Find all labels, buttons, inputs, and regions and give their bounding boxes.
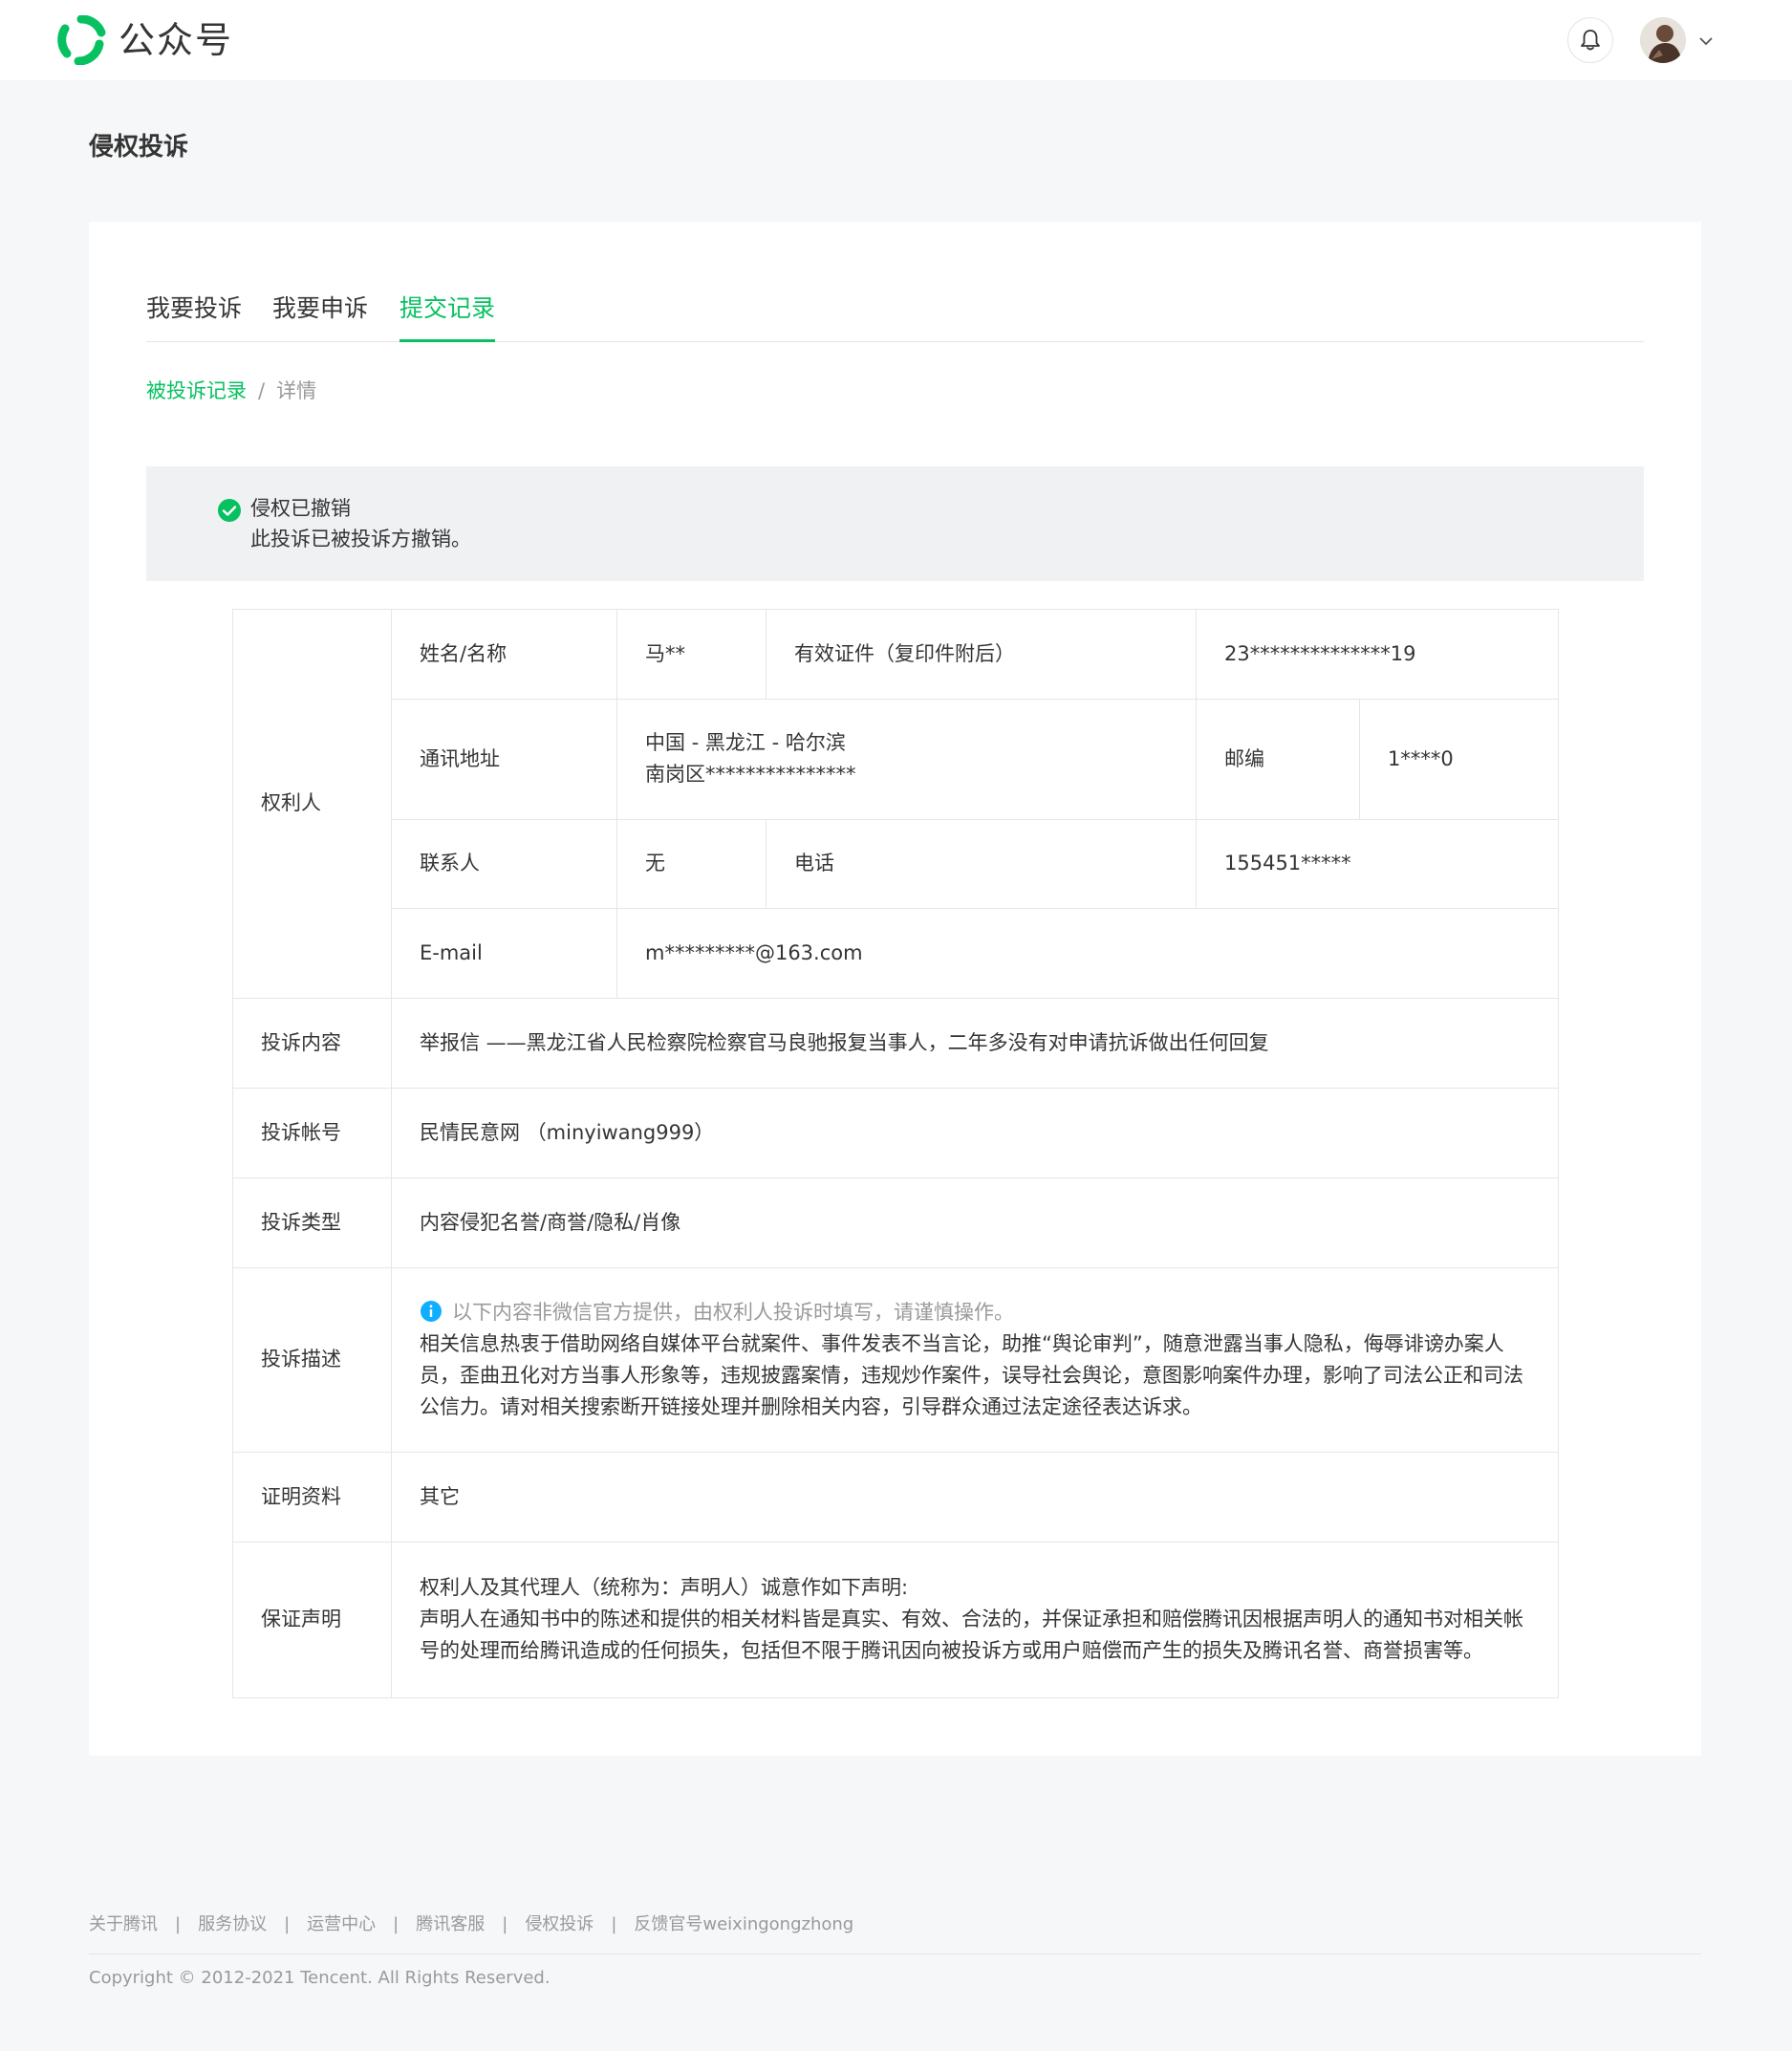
proof-value: 其它 <box>420 1484 460 1508</box>
guarantee-value: 权利人及其代理人（统称为：声明人）诚意作如下声明: 声明人在通知书中的陈述和提供… <box>391 1542 1559 1697</box>
footer-link-operations-center[interactable]: 运营中心 <box>307 1914 376 1934</box>
zip-label: 邮编 <box>1224 746 1264 770</box>
status-notice: 侵权已撤销 此投诉已被投诉方撤销。 <box>146 466 1644 581</box>
phone-label: 电话 <box>794 852 834 874</box>
copyright: Copyright © 2012-2021 Tencent. All Right… <box>89 1968 551 1988</box>
footer-link-feedback[interactable]: 反馈官号weixingongzhong <box>634 1914 853 1934</box>
tab-records[interactable]: 提交记录 <box>399 289 496 342</box>
footer-link-about[interactable]: 关于腾讯 <box>89 1914 158 1934</box>
phone-value: 155451***** <box>1224 852 1351 874</box>
footer-links: 关于腾讯 | 服务协议 | 运营中心 | 腾讯客服 | 侵权投诉 | 反馈官号weixingongz… <box>89 1911 853 1938</box>
address-label: 通讯地址 <box>420 746 500 770</box>
guarantee-label: 保证声明 <box>261 1608 341 1630</box>
user-avatar[interactable] <box>1640 17 1686 63</box>
address-line-1: 中国 - 黑龙江 - 哈尔滨 <box>645 731 846 754</box>
tab-appeal[interactable]: 我要申诉 <box>272 289 368 342</box>
description-label: 投诉描述 <box>261 1348 341 1371</box>
name-label: 姓名/名称 <box>420 641 507 665</box>
contact-label: 联系人 <box>420 852 480 874</box>
owner-label: 权利人 <box>261 791 321 814</box>
guarantee-line-1: 权利人及其代理人（统称为：声明人）诚意作如下声明: <box>420 1576 909 1599</box>
address-value: 中国 - 黑龙江 - 哈尔滨 南岗区*************** <box>616 699 1196 819</box>
info-icon <box>421 1300 442 1322</box>
footer-link-service-agreement[interactable]: 服务协议 <box>198 1914 267 1934</box>
notification-button[interactable] <box>1567 17 1613 63</box>
zip-value: 1****0 <box>1388 746 1454 770</box>
breadcrumb: 被投诉记录 / 详情 <box>146 377 316 405</box>
contact-value: 无 <box>645 852 665 874</box>
footer-separator: | <box>611 1914 617 1934</box>
tab-bar: 我要投诉 我要申诉 提交记录 <box>146 289 1644 342</box>
notice-description: 此投诉已被投诉方撤销。 <box>250 528 471 551</box>
address-line-2: 南岗区*************** <box>645 763 856 786</box>
complaint-detail-table: 权利人 姓名/名称 马** 有效证件（复印件附后） 23************… <box>232 609 1559 1698</box>
email-label: E-mail <box>420 940 483 964</box>
content-card: 我要投诉 我要申诉 提交记录 被投诉记录 / 详情 侵权已撤销 此投诉已被投诉方撤销… <box>89 222 1701 1756</box>
footer-separator: | <box>284 1914 291 1934</box>
account-value: 民情民意网 （minyiwang999） <box>420 1120 715 1144</box>
description-hint-text: 以下内容非微信官方提供，由权利人投诉时填写，请谨慎操作。 <box>452 1300 1014 1324</box>
footer-separator: | <box>175 1914 182 1934</box>
id-label: 有效证件（复印件附后） <box>794 641 1015 665</box>
type-value: 内容侵犯名誉/商誉/隐私/肖像 <box>420 1210 681 1234</box>
tab-complain[interactable]: 我要投诉 <box>146 289 242 342</box>
wechat-logo-icon[interactable] <box>55 15 107 65</box>
footer-link-infringement[interactable]: 侵权投诉 <box>525 1914 594 1934</box>
breadcrumb-parent-link[interactable]: 被投诉记录 <box>146 379 247 402</box>
description-line-1: 相关信息热衷于借助网络自媒体平台就案件、事件发表不当言论，助推“舆论审判”，随意… <box>420 1331 1504 1355</box>
account-label: 投诉帐号 <box>261 1120 341 1144</box>
brand-title[interactable]: 公众号 <box>119 15 233 65</box>
content-value: 举报信 ——黑龙江省人民检察院检察官马良驰报复当事人，二年多没有对申请抗诉做出任… <box>420 1030 1269 1054</box>
check-circle-icon <box>218 499 241 522</box>
type-label: 投诉类型 <box>261 1210 341 1234</box>
page-title: 侵权投诉 <box>89 133 189 162</box>
bell-icon <box>1581 30 1600 51</box>
description-hint: 以下内容非微信官方提供，由权利人投诉时填写，请谨慎操作。 <box>420 1297 1523 1328</box>
breadcrumb-separator: / <box>258 379 266 402</box>
chevron-down-icon[interactable] <box>1695 31 1716 52</box>
notice-title: 侵权已撤销 <box>250 497 351 520</box>
footer-separator: | <box>502 1914 508 1934</box>
breadcrumb-current: 详情 <box>276 379 317 402</box>
guarantee-line-2: 声明人在通知书中的陈述和提供的相关材料皆是真实、有效、合法的，并保证承担和赔偿腾… <box>420 1608 1523 1630</box>
description-line-2: 员，歪曲丑化对方当事人形象等，违规披露案情，违规炒作案件，误导社会舆论，意图影响… <box>420 1363 1523 1387</box>
content-label: 投诉内容 <box>261 1030 341 1054</box>
description-value: 以下内容非微信官方提供，由权利人投诉时填写，请谨慎操作。 相关信息热衷于借助网络… <box>391 1267 1559 1452</box>
name-value: 马** <box>645 641 685 665</box>
top-navbar: 公众号 <box>0 0 1792 80</box>
avatar-image <box>1640 17 1686 63</box>
guarantee-line-3: 号的处理而给腾讯造成的任何损失，包括但不限于腾讯因向被投诉方或用户赔偿而产生的损… <box>420 1639 1483 1662</box>
id-value: 23**************19 <box>1224 641 1416 665</box>
footer-link-customer-service[interactable]: 腾讯客服 <box>416 1914 485 1934</box>
description-line-3: 公信力。请对相关搜索断开链接处理并删除相关内容，引导群众通过法定途径表达诉求。 <box>420 1394 1202 1418</box>
proof-label: 证明资料 <box>261 1484 341 1508</box>
email-value: m*********@163.com <box>645 940 863 964</box>
footer-separator: | <box>393 1914 399 1934</box>
